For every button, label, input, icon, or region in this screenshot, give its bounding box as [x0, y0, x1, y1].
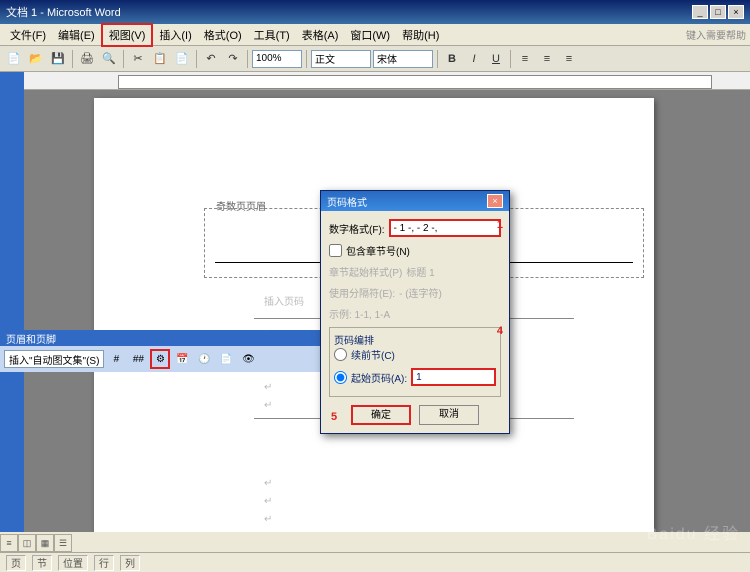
- left-pane: [0, 72, 24, 532]
- body-para: ↵: [264, 478, 272, 489]
- status-bar: 页 节 位置 行 列: [0, 552, 750, 572]
- include-chapter-label: 包含章节号(N): [346, 243, 410, 258]
- italic-button[interactable]: I: [464, 49, 484, 69]
- dialog-title: 页码格式: [327, 194, 367, 209]
- page-number-format-dialog: 页码格式 × 1 数字格式(F): - 1 -, - 2 -, 包含章节号(N)…: [320, 190, 510, 434]
- menu-edit[interactable]: 编辑(E): [52, 25, 101, 45]
- copy-button[interactable]: 📋: [150, 49, 170, 69]
- standard-toolbar: 📄 📂 💾 🖨 🔍 ✂ 📋 📄 ↶ ↷ 100% 正文 宋体 B I U ≡ ≡…: [0, 46, 750, 72]
- outline-view-button[interactable]: ☰: [54, 534, 72, 552]
- maximize-button[interactable]: □: [710, 5, 726, 19]
- menu-view[interactable]: 视图(V): [101, 23, 154, 47]
- separator-value: - (连字符): [399, 285, 442, 300]
- body-para: ↵: [264, 400, 272, 411]
- format-pagenum-button[interactable]: ⚙: [150, 349, 170, 369]
- dialog-titlebar[interactable]: 页码格式 ×: [321, 191, 509, 211]
- status-page: 页: [6, 555, 26, 571]
- menu-insert[interactable]: 插入(I): [153, 25, 197, 45]
- status-line: 行: [94, 555, 114, 571]
- help-search[interactable]: 键入需要帮助: [686, 27, 746, 42]
- print-button[interactable]: 🖨: [77, 49, 97, 69]
- separator-label: 使用分隔符(E):: [329, 285, 395, 300]
- autotext-combo[interactable]: 插入"自动图文集"(S): [4, 350, 104, 368]
- body-para: ↵: [264, 382, 272, 393]
- number-format-combo[interactable]: - 1 -, - 2 -,: [389, 219, 501, 237]
- view-buttons: ≡ ◫ ▦ ☰: [0, 534, 72, 552]
- menu-file[interactable]: 文件(F): [4, 25, 52, 45]
- status-column: 列: [120, 555, 140, 571]
- preview-button[interactable]: 🔍: [99, 49, 119, 69]
- dialog-close-button[interactable]: ×: [487, 194, 503, 208]
- menu-help[interactable]: 帮助(H): [396, 25, 445, 45]
- body-para: ↵: [264, 514, 272, 525]
- continue-radio[interactable]: [334, 348, 347, 361]
- paste-button[interactable]: 📄: [172, 49, 192, 69]
- header-footer-toolbar[interactable]: 页眉和页脚 插入"自动图文集"(S) # ## ⚙ 📅 🕐 📄 👁: [0, 330, 340, 372]
- window-titlebar: 文档 1 - Microsoft Word _ □ ×: [0, 0, 750, 24]
- style-combo[interactable]: 正文: [311, 50, 371, 68]
- new-doc-button[interactable]: 📄: [4, 49, 24, 69]
- web-view-button[interactable]: ◫: [18, 534, 36, 552]
- include-chapter-checkbox[interactable]: [329, 244, 342, 257]
- cut-button[interactable]: ✂: [128, 49, 148, 69]
- bold-button[interactable]: B: [442, 49, 462, 69]
- undo-button[interactable]: ↶: [201, 49, 221, 69]
- open-button[interactable]: 📂: [26, 49, 46, 69]
- menu-tools[interactable]: 工具(T): [248, 25, 296, 45]
- watermark: Baidu 经验: [647, 520, 740, 544]
- save-button[interactable]: 💾: [48, 49, 68, 69]
- align-left-button[interactable]: ≡: [515, 49, 535, 69]
- menu-window[interactable]: 窗口(W): [344, 25, 396, 45]
- minimize-button[interactable]: _: [692, 5, 708, 19]
- insert-time-button[interactable]: 🕐: [194, 349, 214, 369]
- status-section: 节: [32, 555, 52, 571]
- horizontal-ruler[interactable]: [24, 72, 750, 90]
- start-at-label: 起始页码(A):: [351, 370, 407, 385]
- insert-pagenum-button[interactable]: #: [106, 349, 126, 369]
- chapter-style-label: 章节起始样式(P): [329, 264, 402, 279]
- insert-date-button[interactable]: 📅: [172, 349, 192, 369]
- underline-button[interactable]: U: [486, 49, 506, 69]
- font-combo[interactable]: 宋体: [373, 50, 433, 68]
- body-label: 插入页码: [264, 293, 304, 308]
- ok-button[interactable]: 确定: [351, 405, 411, 425]
- status-position: 位置: [58, 555, 88, 571]
- zoom-combo[interactable]: 100%: [252, 50, 302, 68]
- callout-5: 5: [331, 411, 337, 423]
- continue-label: 续前节(C): [351, 347, 395, 362]
- normal-view-button[interactable]: ≡: [0, 534, 18, 552]
- start-at-input[interactable]: 1: [411, 368, 496, 386]
- page-setup-button[interactable]: 📄: [216, 349, 236, 369]
- insert-pages-button[interactable]: ##: [128, 349, 148, 369]
- close-button[interactable]: ×: [728, 5, 744, 19]
- body-para: ↵: [264, 496, 272, 507]
- align-center-button[interactable]: ≡: [537, 49, 557, 69]
- start-at-radio[interactable]: [334, 371, 347, 384]
- print-view-button[interactable]: ▦: [36, 534, 54, 552]
- hf-toolbar-title: 页眉和页脚: [0, 330, 340, 346]
- page-numbering-group: 页码编排 4 续前节(C) 起始页码(A): 1: [329, 327, 501, 397]
- callout-1: 1: [497, 219, 503, 231]
- cancel-button[interactable]: 取消: [419, 405, 479, 425]
- group-title: 页码编排: [334, 332, 496, 347]
- align-right-button[interactable]: ≡: [559, 49, 579, 69]
- chapter-style-value: 标题 1: [406, 264, 434, 279]
- menu-bar: 文件(F) 编辑(E) 视图(V) 插入(I) 格式(O) 工具(T) 表格(A…: [0, 24, 750, 46]
- menu-format[interactable]: 格式(O): [198, 25, 248, 45]
- redo-button[interactable]: ↷: [223, 49, 243, 69]
- menu-table[interactable]: 表格(A): [296, 25, 345, 45]
- show-hide-text-button[interactable]: 👁: [238, 349, 258, 369]
- title-text: 文档 1 - Microsoft Word: [6, 4, 121, 20]
- example-label: 示例: 1-1, 1-A: [329, 306, 390, 321]
- format-label: 数字格式(F):: [329, 221, 385, 236]
- callout-4: 4: [497, 325, 503, 337]
